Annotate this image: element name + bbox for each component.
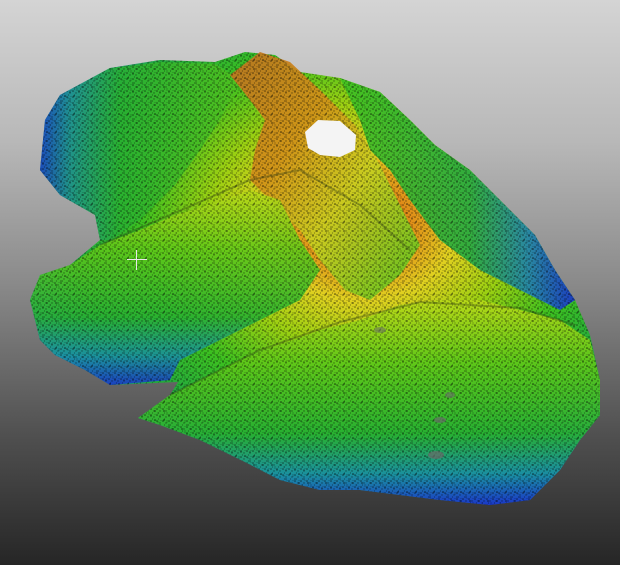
scan-gap-dark <box>445 392 455 398</box>
scan-gap-dark <box>374 327 386 333</box>
scan-gap-dark <box>434 417 446 423</box>
crosshair-icon <box>127 250 147 270</box>
point-texture-secondary <box>30 52 600 505</box>
point-cloud-scene[interactable] <box>0 0 620 565</box>
3d-viewport[interactable] <box>0 0 620 565</box>
scan-gap-dark <box>428 451 444 459</box>
